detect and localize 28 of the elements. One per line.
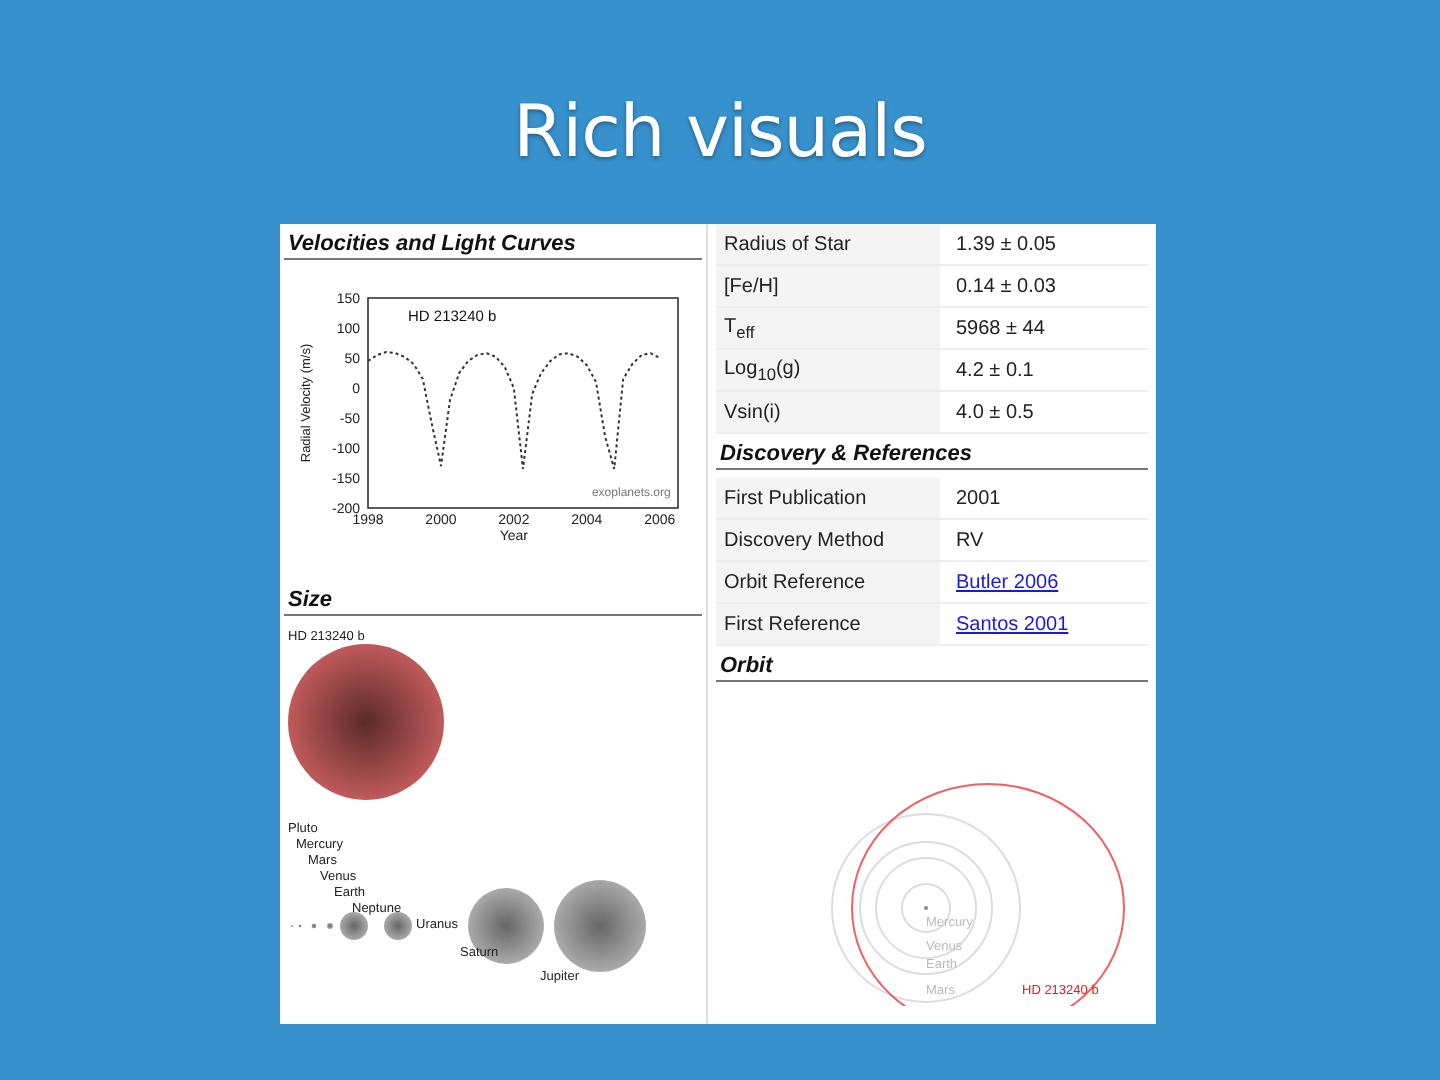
label-cell: [Fe/H]: [716, 266, 940, 306]
label-cell: First Reference: [716, 604, 940, 644]
value-cell-text: 4.0 ± 0.5: [954, 399, 1036, 427]
label-cell: Orbit Reference: [716, 562, 940, 602]
label-cell: Radius of Star: [716, 224, 940, 264]
value-cell-text: 5968 ± 44: [954, 315, 1047, 343]
slide-title: Rich visuals: [513, 92, 927, 178]
label-cell: First Publication: [716, 478, 940, 518]
label-cell: T$_{eff}$: [716, 308, 940, 348]
value-cell-text: 1.39 ± 0.05: [954, 231, 1058, 259]
planet-disc: [340, 912, 368, 940]
section-heading: Size: [284, 580, 702, 616]
section-heading: Discovery & References: [716, 434, 1148, 470]
value-cell-text: 4.2 ± 0.1: [954, 357, 1036, 385]
section-heading: Orbit: [716, 646, 1148, 682]
label-cell: Log$_{10}$(g): [716, 350, 940, 390]
planet-disc: [311, 923, 317, 929]
planet-disc: [384, 912, 412, 940]
label-cell: Vsin(i): [716, 392, 940, 432]
reference-link[interactable]: Santos 2001: [956, 613, 1069, 635]
reference-link[interactable]: Butler 2006: [956, 571, 1059, 593]
label-cell: Discovery Method: [716, 520, 940, 560]
planet-disc: [554, 880, 646, 972]
section-heading: Velocities and Light Curves: [284, 224, 702, 260]
value-cell-text: RV: [954, 527, 986, 555]
planet-disc: [327, 923, 333, 929]
value-cell-text: 2001: [954, 485, 1003, 513]
value-cell-text: 0.14 ± 0.03: [954, 273, 1058, 301]
